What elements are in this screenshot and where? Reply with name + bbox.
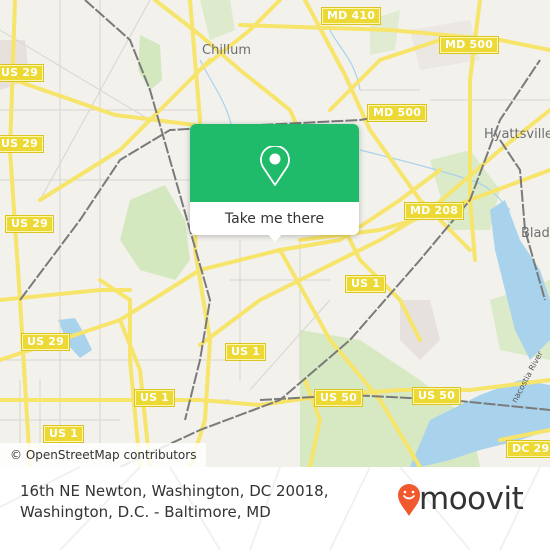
place-label-chillum: Chillum — [202, 43, 252, 58]
route-shield-md-500: MD 500 — [440, 37, 499, 53]
moovit-wordmark: moovit — [419, 481, 524, 517]
moovit-pin-icon — [398, 484, 420, 516]
location-popup: Take me there — [190, 124, 359, 242]
route-shield-md-500: MD 500 — [368, 105, 427, 121]
route-shield-md-410: MD 410 — [322, 8, 381, 24]
route-shield-us-29: US 29 — [0, 136, 43, 152]
route-shield-us-1: US 1 — [135, 390, 175, 406]
route-shield-us-1: US 1 — [346, 276, 386, 292]
popup-header — [190, 124, 359, 202]
address-line-2: Washington, D.C. - Baltimore, MD — [20, 503, 271, 521]
place-label-bladensburg: Blade — [521, 226, 550, 241]
route-shield-us-50: US 50 — [315, 390, 362, 406]
address-block: 16th NE Newton, Washington, DC 20018, Wa… — [20, 481, 329, 523]
route-shield-us-50: US 50 — [413, 388, 460, 404]
route-shield-us-1: US 1 — [226, 344, 266, 360]
place-label-hyattsville: Hyattsville — [484, 127, 550, 142]
take-me-there-button[interactable]: Take me there — [190, 202, 359, 235]
map-view[interactable]: Chillum Hyattsville Blade nacostia River… — [0, 0, 550, 467]
map-pin-icon — [260, 146, 290, 186]
route-shield-us-29: US 29 — [0, 65, 43, 81]
route-shield-md-208: MD 208 — [405, 203, 464, 219]
popup-pointer — [266, 232, 284, 242]
footer: 16th NE Newton, Washington, DC 20018, Wa… — [0, 467, 550, 550]
route-shield-us-1: US 1 — [44, 426, 84, 442]
route-shield-us-29: US 29 — [22, 334, 69, 350]
address-line-1: 16th NE Newton, Washington, DC 20018, — [20, 482, 329, 500]
route-shield-us-29: US 29 — [6, 216, 53, 232]
route-shield-dc-295: DC 295 — [507, 441, 550, 457]
map-attribution[interactable]: © OpenStreetMap contributors — [0, 443, 207, 467]
